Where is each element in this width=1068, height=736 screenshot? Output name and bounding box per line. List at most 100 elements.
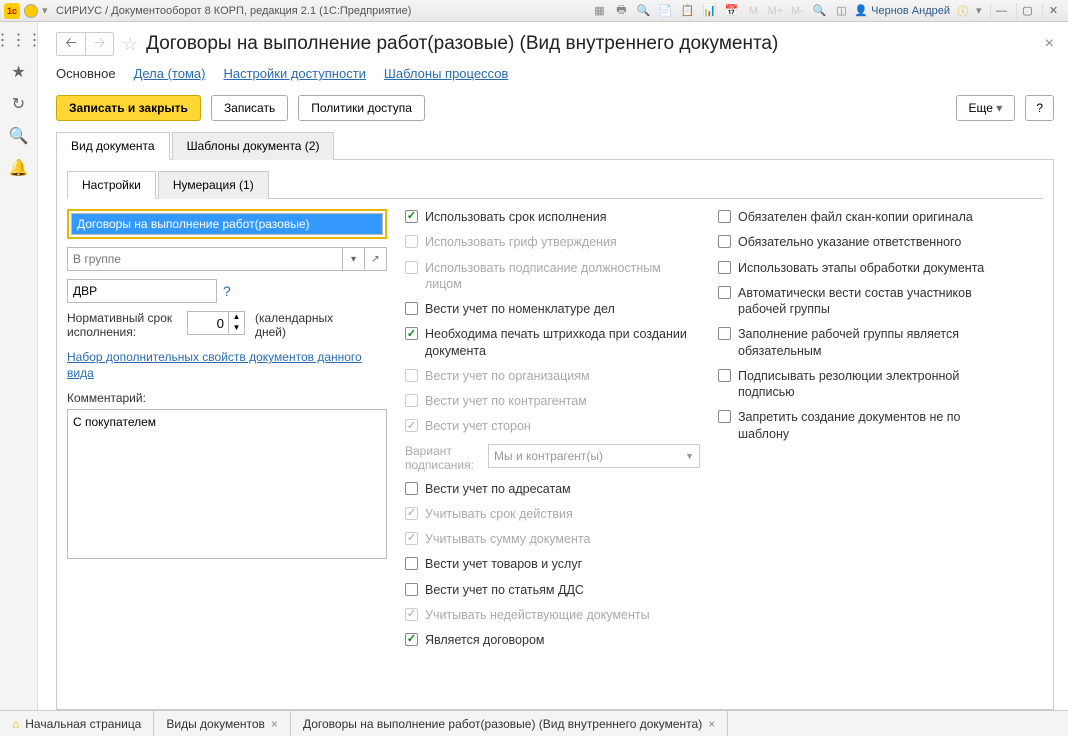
checkbox-box[interactable] (718, 261, 731, 274)
policies-button[interactable]: Политики доступа (298, 95, 425, 121)
spin-down-icon[interactable]: ▼ (229, 323, 244, 334)
nav-main[interactable]: Основное (56, 66, 116, 81)
checkbox-label: Вести учет товаров и услуг (425, 556, 582, 572)
minimize-button[interactable]: — (990, 3, 1012, 19)
checkbox-label: Использовать этапы обработки документа (738, 260, 984, 276)
checkbox-box[interactable] (405, 557, 418, 570)
zoom-icon[interactable]: 🔍 (810, 2, 828, 20)
checkbox-box[interactable] (405, 482, 418, 495)
checkbox-c4[interactable]: Вести учет по номенклатуре дел (405, 301, 700, 317)
checkbox-label: Учитывать срок действия (425, 506, 573, 522)
info-icon[interactable]: ⓘ (954, 2, 972, 20)
checkbox-box[interactable] (405, 210, 418, 223)
back-button[interactable]: 🡠 (57, 33, 85, 55)
nav-dela[interactable]: Дела (тома) (134, 66, 206, 81)
checkbox-c1[interactable]: Использовать срок исполнения (405, 209, 700, 225)
close-tab-icon[interactable]: × (708, 717, 715, 731)
norm-spinner[interactable]: ▲▼ (187, 311, 245, 335)
code-help-icon[interactable]: ? (223, 283, 231, 299)
checkbox-label: Вести учет сторон (425, 418, 531, 434)
close-window-button[interactable]: ✕ (1042, 3, 1064, 19)
favorite-star-icon[interactable]: ☆ (122, 34, 138, 55)
nav-back-forward: 🡠 🡢 (56, 32, 114, 56)
checkbox-d5[interactable]: Заполнение рабочей группы является обяза… (718, 326, 1003, 359)
sections-icon[interactable]: ⋮⋮⋮ (0, 30, 43, 50)
nav-templates[interactable]: Шаблоны процессов (384, 66, 508, 81)
norm-value-input[interactable] (187, 311, 229, 335)
search-icon[interactable]: 🔍 (634, 2, 652, 20)
search-sidebar-icon[interactable]: 🔍 (9, 126, 29, 146)
checkbox-box[interactable] (718, 235, 731, 248)
calendar-icon[interactable]: 📅 (722, 2, 740, 20)
checkbox-d2[interactable]: Обязательно указание ответственного (718, 234, 1003, 250)
checkbox-box[interactable] (718, 210, 731, 223)
mem-mminus-icon[interactable]: М- (788, 2, 806, 20)
bottom-tab-home[interactable]: ⌂Начальная страница (0, 711, 154, 736)
bottom-tab-current[interactable]: Договоры на выполнение работ(разовые) (В… (291, 711, 728, 736)
checkbox-box[interactable] (718, 327, 731, 340)
checkbox-label: Использовать срок исполнения (425, 209, 607, 225)
checkbox-box[interactable] (405, 633, 418, 646)
doc-icon[interactable]: 📄 (656, 2, 674, 20)
checkbox-d4[interactable]: Автоматически вести состав участников ра… (718, 285, 1003, 318)
mem-m-icon[interactable]: М (744, 2, 762, 20)
calc-icon[interactable]: 📊 (700, 2, 718, 20)
checkbox-c9[interactable]: Вести учет по адресатам (405, 481, 700, 497)
checkbox-box[interactable] (718, 286, 731, 299)
checkbox-c13[interactable]: Вести учет по статьям ДДС (405, 582, 700, 598)
nav-access[interactable]: Настройки доступности (223, 66, 365, 81)
bottom-tab-doctypes[interactable]: Виды документов× (154, 711, 291, 736)
tab-body: Настройки Нумерация (1) ▾ ↗ ? (56, 160, 1054, 710)
main-content: 🡠 🡢 ☆ Договоры на выполнение работ(разов… (38, 22, 1068, 710)
maximize-button[interactable]: ▢ (1016, 3, 1038, 19)
copy-icon[interactable]: 📋 (678, 2, 696, 20)
code-input[interactable] (67, 279, 217, 303)
checkbox-box[interactable] (718, 410, 731, 423)
name-input[interactable] (71, 213, 383, 235)
group-dropdown-button[interactable]: ▾ (343, 247, 365, 271)
checkbox-c8: Вести учет сторон (405, 418, 700, 434)
help-button[interactable]: ? (1025, 95, 1054, 121)
close-tab-icon[interactable]: × (271, 717, 278, 731)
page-title: Договоры на выполнение работ(разовые) (В… (146, 33, 778, 55)
print-icon[interactable]: 🖶 (612, 2, 630, 20)
tab-doc-templates[interactable]: Шаблоны документа (2) (172, 132, 335, 160)
checkbox-box[interactable] (718, 369, 731, 382)
titlebar-dropdown-icon[interactable]: ▾ (42, 4, 52, 17)
subtab-settings[interactable]: Настройки (67, 171, 156, 199)
checkbox-c12[interactable]: Вести учет товаров и услуг (405, 556, 700, 572)
toolbar-icon[interactable]: ▦ (590, 2, 608, 20)
more-button[interactable]: Еще (956, 95, 1016, 121)
user-label[interactable]: 👤Чернов Андрей (854, 4, 950, 17)
checkbox-c5[interactable]: Необходима печать штрихкода при создании… (405, 326, 700, 359)
checkbox-label: Необходима печать штрихкода при создании… (425, 326, 700, 359)
mem-mplus-icon[interactable]: М+ (766, 2, 784, 20)
propset-link[interactable]: Набор дополнительных свойств документов … (67, 349, 387, 381)
group-open-button[interactable]: ↗ (365, 247, 387, 271)
info-dropdown-icon[interactable]: ▾ (976, 4, 986, 17)
favorites-icon[interactable]: ★ (11, 62, 25, 82)
subtab-numbering[interactable]: Нумерация (1) (158, 171, 269, 199)
history-icon[interactable]: ↻ (12, 94, 25, 114)
checkbox-d6[interactable]: Подписывать резолюции электронной подпис… (718, 368, 1003, 401)
checkbox-box[interactable] (405, 583, 418, 596)
tab-doctype[interactable]: Вид документа (56, 132, 170, 160)
forward-button[interactable]: 🡢 (85, 33, 113, 55)
group-input[interactable] (67, 247, 343, 271)
checkbox-d7[interactable]: Запретить создание документов не по шабл… (718, 409, 1003, 442)
checkbox-c15[interactable]: Является договором (405, 632, 700, 648)
notifications-icon[interactable]: 🔔 (9, 158, 29, 178)
checkbox-label: Обязателен файл скан-копии оригинала (738, 209, 973, 225)
checkbox-d3[interactable]: Использовать этапы обработки документа (718, 260, 1003, 276)
save-button[interactable]: Записать (211, 95, 288, 121)
checkbox-box[interactable] (405, 327, 418, 340)
checkbox-label: Заполнение рабочей группы является обяза… (738, 326, 1003, 359)
spin-up-icon[interactable]: ▲ (229, 312, 244, 323)
panel-icon[interactable]: ◫ (832, 2, 850, 20)
checkbox-c7: Вести учет по контрагентам (405, 393, 700, 409)
comment-textarea[interactable]: С покупателем (67, 409, 387, 559)
checkbox-box[interactable] (405, 302, 418, 315)
save-and-close-button[interactable]: Записать и закрыть (56, 95, 201, 121)
close-page-button[interactable]: × (1045, 35, 1054, 53)
checkbox-d1[interactable]: Обязателен файл скан-копии оригинала (718, 209, 1003, 225)
